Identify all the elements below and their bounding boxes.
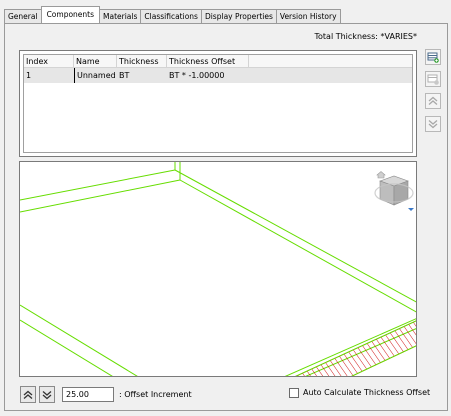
column-header-index[interactable]: Index xyxy=(24,55,74,67)
tab-version-history[interactable]: Version History xyxy=(275,9,341,23)
tab-components[interactable]: Components xyxy=(40,6,101,23)
move-down-button[interactable] xyxy=(425,116,441,132)
tab-classifications[interactable]: Classifications xyxy=(140,9,202,23)
move-up-icon xyxy=(428,96,438,105)
viewcube-icon[interactable] xyxy=(372,169,414,213)
increment-down-icon xyxy=(42,390,52,399)
auto-calculate-label[interactable]: Auto Calculate Thickness Offset xyxy=(303,388,430,397)
offset-increment-label: : Offset Increment xyxy=(119,390,192,399)
viewcube-menu-icon[interactable] xyxy=(408,208,414,211)
components-table-frame: Index Name Thickness Thickness Offset 1 … xyxy=(19,50,417,157)
home-icon[interactable] xyxy=(376,171,386,179)
tab-strip: General Components Materials Classificat… xyxy=(4,6,341,23)
cell-thickness-offset[interactable]: BT * -1.00000 xyxy=(167,68,249,83)
move-up-button[interactable] xyxy=(425,93,441,109)
tab-display-properties[interactable]: Display Properties xyxy=(200,9,277,23)
column-header-name[interactable]: Name xyxy=(74,55,117,67)
offset-increment-down-button[interactable] xyxy=(39,386,55,403)
tab-general[interactable]: General xyxy=(4,9,42,23)
slab-preview-drawing xyxy=(20,162,416,376)
column-header-thickness[interactable]: Thickness xyxy=(117,55,167,67)
add-component-button[interactable] xyxy=(425,49,441,65)
cell-index[interactable]: 1 xyxy=(24,68,74,83)
table-row[interactable]: 1 Unnamed BT BT * -1.00000 xyxy=(24,68,412,83)
offset-increment-input[interactable]: 25.00 xyxy=(62,387,114,402)
add-component-icon xyxy=(427,52,439,63)
auto-calculate-checkbox[interactable] xyxy=(289,388,299,398)
component-preview-viewport[interactable] xyxy=(19,161,417,377)
total-thickness-label: Total Thickness: *VARIES* xyxy=(314,32,418,41)
move-down-icon xyxy=(428,120,438,129)
remove-component-button[interactable] xyxy=(425,71,441,87)
cell-name[interactable]: Unnamed xyxy=(74,68,117,83)
column-header-thickness-offset[interactable]: Thickness Offset xyxy=(167,55,249,67)
increment-up-icon xyxy=(23,390,33,399)
offset-increment-up-button[interactable] xyxy=(20,386,36,403)
cell-thickness[interactable]: BT xyxy=(117,68,167,83)
table-header: Index Name Thickness Thickness Offset xyxy=(24,55,412,68)
tab-materials[interactable]: Materials xyxy=(99,9,142,23)
components-table: Index Name Thickness Thickness Offset 1 … xyxy=(23,54,413,153)
remove-component-icon xyxy=(427,74,439,85)
